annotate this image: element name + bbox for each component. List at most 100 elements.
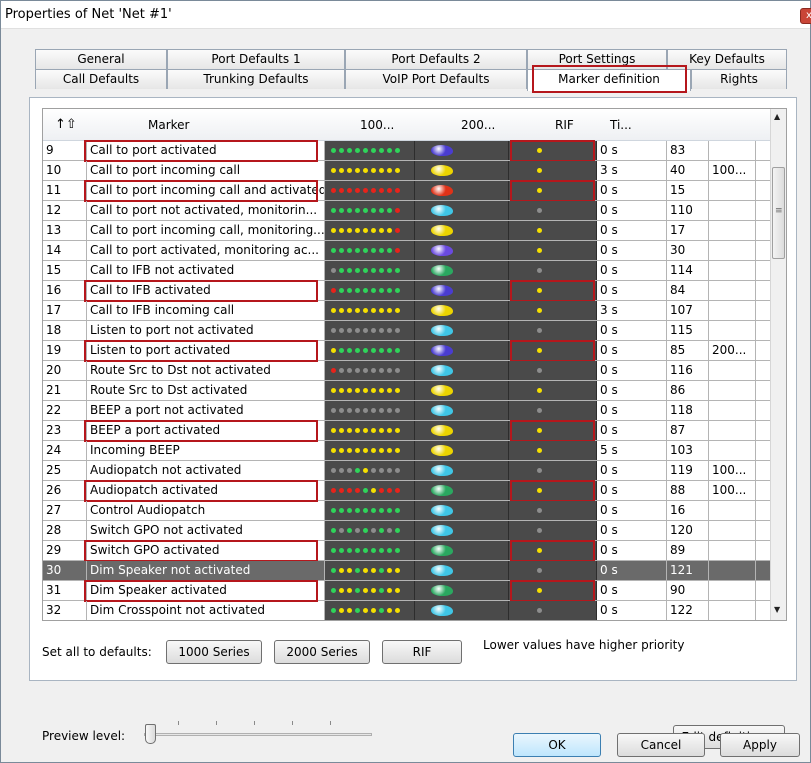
led-icon — [347, 228, 352, 233]
tab-port-defaults-1[interactable]: Port Defaults 1 — [167, 49, 345, 69]
row-extra — [709, 501, 756, 520]
table-row[interactable]: 21 Route Src to Dst activated 0 s 86 — [43, 381, 772, 401]
table-row[interactable]: 9 Call to port activated 0 s 83 — [43, 141, 772, 161]
column-header-marker[interactable]: Marker — [148, 118, 189, 132]
tab-general[interactable]: General — [35, 49, 167, 69]
tab-key-defaults[interactable]: Key Defaults — [667, 49, 787, 69]
led-blob-icon — [431, 305, 453, 316]
slider-thumb[interactable] — [145, 724, 156, 744]
table-row[interactable]: 27 Control Audiopatch 0 s 16 — [43, 501, 772, 521]
table-row[interactable]: 32 Dim Crosspoint not activated 0 s 122 — [43, 601, 772, 620]
close-icon[interactable]: x — [800, 8, 811, 24]
preview-level-slider[interactable] — [144, 719, 372, 749]
row-priority: 90 — [667, 581, 709, 600]
table-row[interactable]: 22 BEEP a port not activated 0 s 118 — [43, 401, 772, 421]
preview-1000 — [325, 561, 415, 580]
defaults-rif-button[interactable]: RIF — [382, 640, 462, 664]
row-extra — [709, 221, 756, 240]
rif-led-icon — [537, 208, 542, 213]
table-row[interactable]: 29 Switch GPO activated 0 s 89 — [43, 541, 772, 561]
row-extra — [709, 581, 756, 600]
led-icon — [395, 308, 400, 313]
led-icon — [355, 428, 360, 433]
led-icon — [387, 508, 392, 513]
led-icon — [339, 488, 344, 493]
slider-track[interactable] — [144, 733, 372, 736]
tab-port-settings[interactable]: Port Settings — [527, 49, 667, 69]
row-marker-name: Audiopatch activated — [87, 481, 325, 500]
column-header-1000[interactable]: 100... — [360, 118, 394, 132]
led-icon — [363, 308, 368, 313]
led-icon — [371, 588, 376, 593]
column-header-2000[interactable]: 200... — [461, 118, 495, 132]
led-icon — [379, 308, 384, 313]
row-time: 0 s — [597, 601, 667, 620]
row-extra: 100... — [709, 461, 756, 480]
led-icon — [363, 148, 368, 153]
cancel-button[interactable]: Cancel — [617, 733, 705, 757]
ok-button[interactable]: OK — [513, 733, 601, 757]
table-row[interactable]: 17 Call to IFB incoming call 3 s 107 — [43, 301, 772, 321]
preview-rif — [509, 241, 597, 260]
table-row[interactable]: 26 Audiopatch activated 0 s 88 100... — [43, 481, 772, 501]
table-row[interactable]: 11 Call to port incoming call and activat… — [43, 181, 772, 201]
sort-arrow-icon[interactable]: ↑⇧ — [55, 117, 77, 132]
scroll-down-icon[interactable]: ▼ — [774, 605, 780, 614]
led-blob-icon — [431, 285, 453, 296]
preview-1000 — [325, 201, 415, 220]
tab-voip-port-defaults[interactable]: VoIP Port Defaults — [345, 69, 527, 89]
led-icon — [363, 288, 368, 293]
tab-marker-definition[interactable]: Marker definition — [527, 69, 691, 91]
row-id: 32 — [43, 601, 87, 620]
table-row[interactable]: 13 Call to port incoming call, monitoring… — [43, 221, 772, 241]
tab-call-defaults[interactable]: Call Defaults — [35, 69, 167, 89]
row-id: 29 — [43, 541, 87, 560]
marker-table[interactable]: ↑⇧ Marker 100... 200... RIF Ti... 9 Call … — [42, 108, 787, 621]
led-icon — [363, 268, 368, 273]
table-row[interactable]: 24 Incoming BEEP 5 s 103 — [43, 441, 772, 461]
table-row[interactable]: 30 Dim Speaker not activated 0 s 121 — [43, 561, 772, 581]
vertical-scrollbar[interactable]: ▲ ≡ ▼ — [770, 109, 786, 620]
column-header-rif[interactable]: RIF — [555, 118, 574, 132]
led-icon — [395, 388, 400, 393]
led-icon — [355, 168, 360, 173]
table-row[interactable]: 12 Call to port not activated, monitorin.… — [43, 201, 772, 221]
tab-trunking-defaults[interactable]: Trunking Defaults — [167, 69, 345, 89]
table-row[interactable]: 23 BEEP a port activated 0 s 87 — [43, 421, 772, 441]
column-header-time[interactable]: Ti... — [610, 118, 632, 132]
slider-tick — [254, 721, 255, 725]
table-header: ↑⇧ Marker 100... 200... RIF Ti... — [43, 109, 772, 141]
preview-rif — [509, 381, 597, 400]
defaults-1000-button[interactable]: 1000 Series — [166, 640, 262, 664]
table-row[interactable]: 15 Call to IFB not activated 0 s 114 — [43, 261, 772, 281]
scroll-up-icon[interactable]: ▲ — [774, 112, 780, 121]
row-extra — [709, 241, 756, 260]
table-row[interactable]: 14 Call to port activated, monitoring ac.… — [43, 241, 772, 261]
apply-button[interactable]: Apply — [720, 733, 800, 757]
led-icon — [355, 208, 360, 213]
table-row[interactable]: 20 Route Src to Dst not activated 0 s 116 — [43, 361, 772, 381]
row-id: 12 — [43, 201, 87, 220]
led-icon — [363, 368, 368, 373]
table-row[interactable]: 19 Listen to port activated 0 s 85 200... — [43, 341, 772, 361]
row-id: 10 — [43, 161, 87, 180]
led-icon — [379, 508, 384, 513]
led-icon — [331, 168, 336, 173]
table-row[interactable]: 28 Switch GPO not activated 0 s 120 — [43, 521, 772, 541]
table-row[interactable]: 18 Listen to port not activated 0 s 115 — [43, 321, 772, 341]
led-blob-icon — [431, 505, 453, 516]
table-row[interactable]: 25 Audiopatch not activated 0 s 119 100... — [43, 461, 772, 481]
defaults-2000-button[interactable]: 2000 Series — [274, 640, 370, 664]
row-marker-name: Incoming BEEP — [87, 441, 325, 460]
table-row[interactable]: 10 Call to port incoming call 3 s 40 100... — [43, 161, 772, 181]
led-icon — [355, 468, 360, 473]
led-icon — [371, 268, 376, 273]
tab-port-defaults-2[interactable]: Port Defaults 2 — [345, 49, 527, 69]
led-icon — [379, 168, 384, 173]
table-row[interactable]: 31 Dim Speaker activated 0 s 90 — [43, 581, 772, 601]
preview-1000 — [325, 461, 415, 480]
table-row[interactable]: 16 Call to IFB activated 0 s 84 — [43, 281, 772, 301]
tab-rights[interactable]: Rights — [691, 69, 787, 89]
led-icon — [387, 188, 392, 193]
led-icon — [379, 488, 384, 493]
